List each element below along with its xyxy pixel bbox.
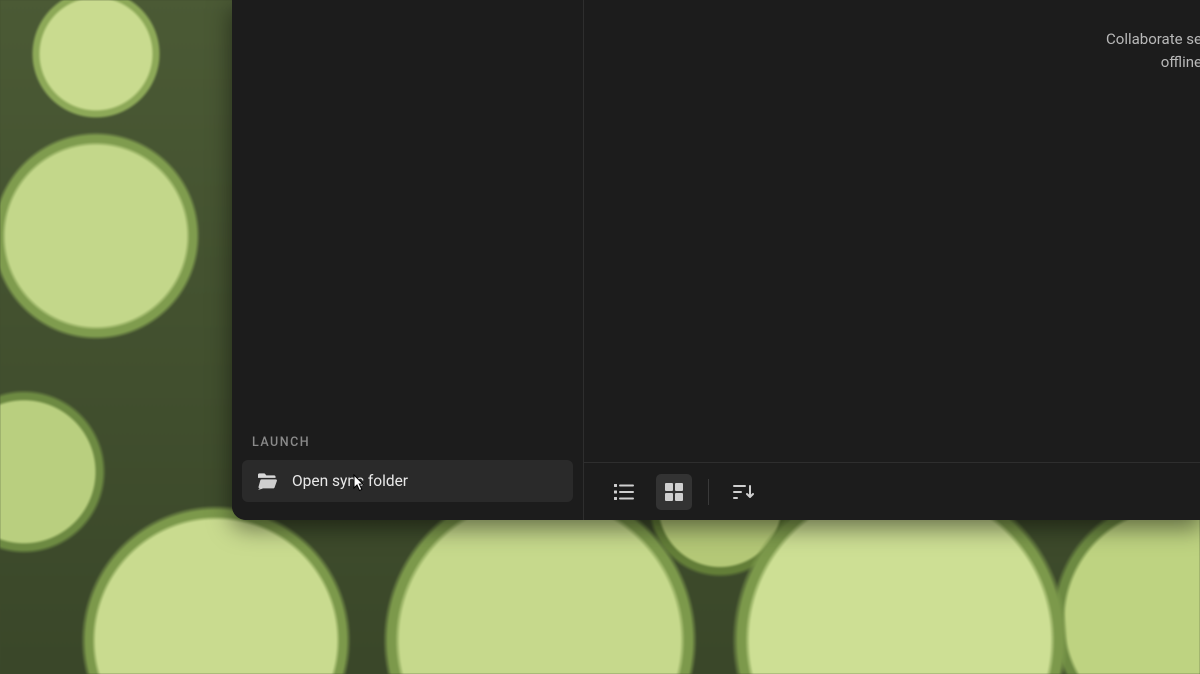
toolbar-separator [708, 479, 709, 505]
main-panel: Collaborate se offline [584, 0, 1200, 520]
sort-button[interactable] [725, 474, 761, 510]
open-sync-folder-label: Open sync folder [292, 472, 408, 490]
status-line-2: offline [1161, 53, 1200, 71]
grid-view-button[interactable] [656, 474, 692, 510]
desktop: LAUNCH Open sync folder [0, 0, 1200, 674]
list-view-button[interactable] [606, 474, 642, 510]
grid-view-icon [664, 482, 684, 502]
sidebar-empty-area [232, 0, 583, 435]
sidebar-panel: LAUNCH Open sync folder [232, 0, 584, 520]
folder-open-icon [256, 472, 278, 490]
open-sync-folder-button[interactable]: Open sync folder [242, 460, 573, 502]
list-view-icon [613, 483, 635, 501]
status-text: Collaborate se offline [1106, 28, 1200, 75]
launch-section-label: LAUNCH [232, 435, 583, 460]
app-window: LAUNCH Open sync folder [232, 0, 1200, 520]
sort-icon [732, 483, 754, 501]
view-toolbar [584, 462, 1200, 520]
status-line-1: Collaborate se [1106, 30, 1200, 48]
